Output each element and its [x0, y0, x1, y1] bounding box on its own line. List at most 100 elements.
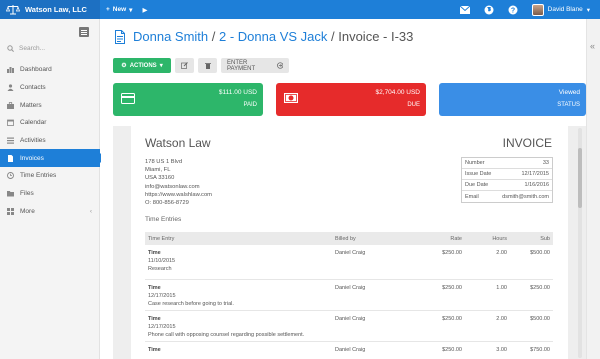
trash-icon — [204, 63, 211, 69]
sidebar-item-label: Matters — [20, 101, 42, 109]
briefcase-icon — [7, 101, 14, 109]
sidebar: Search... Dashboard Contacts Matters Cal… — [0, 19, 105, 359]
sidebar-item-label: Time Entries — [20, 172, 57, 180]
invoice-heading: INVOICE — [502, 136, 552, 150]
sidebar-item-files[interactable]: Files — [0, 185, 100, 203]
sidebar-item-label: Dashboard — [20, 66, 52, 74]
sidebar-item-label: Invoices — [20, 154, 44, 162]
brand-name: Watson Law, LLC — [25, 5, 87, 14]
scrollbar-thumb[interactable] — [578, 148, 582, 208]
svg-text:?: ? — [511, 7, 515, 14]
breadcrumb-separator: / — [208, 29, 219, 44]
invoice-document: Watson Law INVOICE 178 US 1 Blvd Miami, … — [131, 126, 568, 359]
invoice-file-icon — [115, 29, 125, 44]
search-input[interactable]: Search... — [7, 45, 45, 52]
grid-icon — [7, 207, 14, 215]
meta-row-email: Email dsmith@smith.com — [465, 193, 549, 200]
sidebar-item-contacts[interactable]: Contacts — [0, 79, 100, 97]
mail-icon[interactable] — [459, 5, 470, 15]
table-row: Time Daniel Craig $250.00 3.00 $750.00 — [148, 347, 550, 353]
help-icon[interactable]: ? — [508, 5, 518, 15]
sidebar-nav: Dashboard Contacts Matters Calendar Acti… — [0, 61, 105, 221]
breadcrumb-matter-link[interactable]: 2 - Donna VS Jack — [219, 29, 327, 44]
search-icon — [7, 45, 14, 52]
invoice-preview: Watson Law INVOICE 178 US 1 Blvd Miami, … — [113, 126, 586, 359]
action-bar: ⚙ ACTIONS ▾ ENTER PAYMENT — [113, 58, 289, 73]
list-icon — [7, 137, 14, 144]
top-bar: Watson Law, LLC + New ▾ ▶ ? David Blane … — [0, 0, 600, 19]
new-label: New — [112, 6, 127, 13]
credit-card-icon — [121, 93, 135, 104]
plus-icon: + — [106, 6, 110, 13]
enter-payment-label: ENTER PAYMENT — [227, 59, 256, 72]
breadcrumb-contact-link[interactable]: Donna Smith — [133, 29, 208, 44]
time-entries-heading: Time Entries — [145, 216, 182, 223]
status-label: STATUS — [557, 102, 580, 108]
due-amount: $2,704.00 USD — [375, 89, 420, 96]
table-row: Time 12/17/2015 Phone call with opposing c… — [145, 311, 553, 342]
sidebar-item-label: Files — [20, 190, 34, 198]
due-card: $2,704.00 USD DUE — [276, 83, 426, 116]
arrow-circle-right-icon — [276, 62, 283, 69]
pencil-icon — [181, 62, 188, 69]
sidebar-item-calendar[interactable]: Calendar — [0, 114, 100, 132]
breadcrumb-separator: / — [327, 29, 339, 44]
summary-cards: $111.00 USD PAID $2,704.00 USD DUE Viewe… — [113, 83, 586, 116]
meta-row-number: Number 33 — [462, 158, 552, 169]
status-card: Viewed STATUS — [439, 83, 586, 116]
scrollbar[interactable] — [578, 128, 582, 358]
avatar — [531, 3, 544, 16]
sidebar-item-activities[interactable]: Activities — [0, 132, 100, 150]
sidebar-item-label: Calendar — [20, 119, 47, 127]
invoice-meta-table: Number 33 Issue Date 12/17/2015 Due Date 1/… — [461, 157, 553, 203]
status-value: Viewed — [558, 89, 580, 96]
search-placeholder: Search... — [19, 45, 46, 52]
globe-icon[interactable] — [484, 5, 494, 15]
caret-down-icon: ▾ — [129, 6, 133, 14]
sidebar-item-dashboard[interactable]: Dashboard — [0, 61, 100, 79]
money-icon — [284, 93, 298, 103]
caret-down-icon: ▾ — [159, 63, 163, 69]
user-menu[interactable]: David Blane ▾ — [531, 3, 590, 16]
play-icon[interactable]: ▶ — [142, 6, 147, 14]
folder-icon — [7, 190, 14, 197]
sidebar-item-label: More — [20, 207, 35, 215]
paid-amount: $111.00 USD — [218, 89, 257, 96]
due-label: DUE — [407, 102, 420, 108]
right-panel-collapsed: « — [586, 19, 600, 359]
firm-address: 178 US 1 Blvd Miami, FL USA 33160 info@w… — [145, 159, 213, 207]
main-content: Donna Smith / 2 - Donna VS Jack / Invoic… — [101, 19, 600, 359]
brand[interactable]: Watson Law, LLC — [0, 0, 100, 19]
double-chevron-left-icon[interactable]: « — [590, 41, 595, 51]
new-menu-button[interactable]: + New ▾ — [106, 6, 132, 14]
sidebar-item-more[interactable]: More ‹ — [0, 203, 100, 221]
sidebar-item-label: Activities — [20, 137, 46, 145]
paid-card: $111.00 USD PAID — [113, 83, 263, 116]
sidebar-item-matters[interactable]: Matters — [0, 96, 100, 114]
users-icon — [7, 84, 14, 92]
enter-payment-button[interactable]: ENTER PAYMENT — [221, 58, 289, 73]
sidebar-item-invoices[interactable]: Invoices — [0, 149, 105, 168]
breadcrumb-invoice: Invoice - I-33 — [338, 29, 414, 44]
caret-down-icon: ▾ — [586, 6, 590, 14]
page-title: Donna Smith / 2 - Donna VS Jack / Invoic… — [133, 29, 413, 44]
menu-toggle-icon[interactable] — [79, 27, 89, 37]
file-icon — [7, 154, 14, 162]
time-entries-table: Time Entry Billed by Rate Hours Sub Time… — [145, 232, 553, 359]
user-name: David Blane — [547, 6, 583, 13]
sidebar-item-label: Contacts — [20, 84, 46, 92]
actions-dropdown-button[interactable]: ⚙ ACTIONS ▾ — [113, 58, 171, 73]
breadcrumb: Donna Smith / 2 - Donna VS Jack / Invoic… — [115, 29, 413, 44]
sidebar-item-time-entries[interactable]: Time Entries — [0, 167, 100, 185]
table-header: Time Entry Billed by Rate Hours Sub — [145, 232, 553, 245]
firm-name: Watson Law — [145, 136, 211, 150]
gauge-icon — [7, 66, 14, 74]
meta-row-due-date: Due Date 1/16/2016 — [462, 180, 552, 191]
actions-label: ACTIONS — [129, 62, 157, 69]
table-row: Time 12/17/2015 Case research before going… — [145, 280, 553, 311]
table-row: Time 11/10/2015 Research Daniel Craig $250… — [145, 245, 553, 280]
delete-button[interactable] — [198, 58, 217, 73]
calendar-icon — [7, 119, 14, 127]
edit-button[interactable] — [175, 58, 194, 73]
cogs-icon: ⚙ — [121, 63, 127, 69]
